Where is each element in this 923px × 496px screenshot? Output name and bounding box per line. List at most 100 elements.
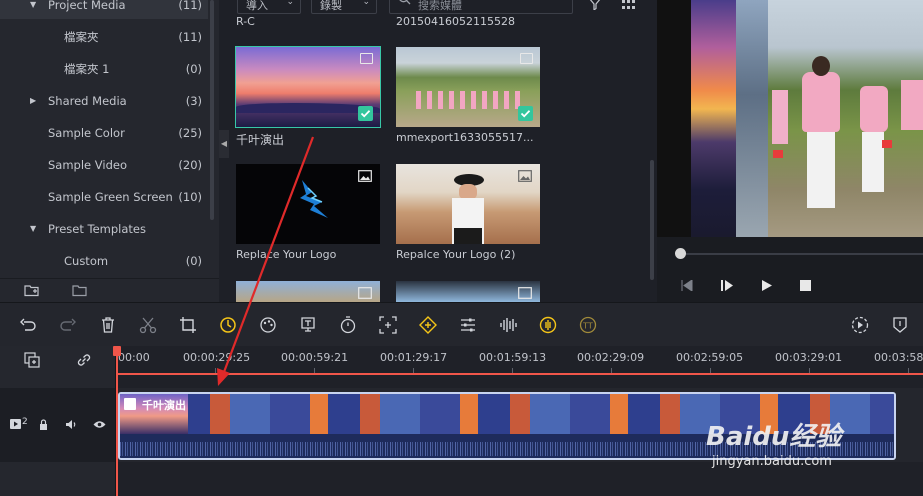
speaker-icon[interactable] [65, 419, 77, 430]
library-item-count: (0) [185, 62, 202, 76]
lock-icon[interactable] [39, 419, 48, 430]
library-footer [0, 278, 219, 302]
library-item-label: Custom [64, 254, 109, 268]
adjust-sliders-icon[interactable] [459, 316, 477, 334]
add-track-icon[interactable] [24, 352, 40, 368]
folder-icon[interactable] [72, 283, 88, 297]
media-label: R-C [236, 15, 255, 28]
library-item-sample-color[interactable]: Sample Color (25) [0, 119, 208, 147]
undo-icon[interactable] [19, 316, 37, 334]
image-icon [518, 287, 532, 299]
render-preview-icon[interactable] [851, 316, 869, 334]
cut-icon[interactable] [139, 316, 157, 334]
media-label: 20150416052115528 [396, 15, 515, 28]
watermark-url: jingyan.baidu.com [712, 454, 832, 469]
media-item[interactable] [236, 281, 380, 302]
media-item[interactable] [396, 281, 540, 302]
library-item-sample-green-screen[interactable]: Sample Green Screen (10) [0, 183, 208, 211]
library-item-folder-1[interactable]: 檔案夾 1 (0) [0, 55, 208, 83]
time-tick: 00:03:29:01 [775, 351, 843, 364]
search-input[interactable]: 搜索媒體 [389, 0, 573, 14]
import-dropdown[interactable]: 導入 ⌄ [237, 0, 301, 14]
media-grid-panel: 導入 ⌄ 錄製 ⌄ 搜索媒體 R-C 20150416052115528 千叶演出 … [219, 0, 657, 302]
library-item-sample-video[interactable]: Sample Video (20) [0, 151, 208, 179]
new-folder-icon[interactable] [24, 283, 40, 297]
media-scrollbar[interactable] [650, 160, 654, 280]
library-item-folder[interactable]: 檔案夾 (11) [0, 23, 208, 51]
preview-scrubber[interactable] [675, 248, 686, 259]
track-header-2: 2 [0, 388, 115, 462]
media-item-mmexport[interactable] [396, 47, 540, 127]
preview-panel [657, 0, 923, 302]
library-item-project-media[interactable]: ▼ Project Media (11) [0, 0, 208, 19]
speed-icon[interactable] [219, 316, 237, 334]
color-palette-icon[interactable] [259, 316, 277, 334]
caret-right-icon: ▶ [30, 96, 37, 105]
stamp-icon[interactable] [299, 316, 317, 334]
playhead[interactable] [116, 346, 118, 496]
redo-icon[interactable] [59, 316, 77, 334]
fit-frame-icon[interactable] [379, 316, 397, 334]
image-icon [358, 170, 372, 182]
search-icon [399, 0, 411, 5]
editing-toolbar: TT [0, 302, 923, 346]
preview-progress-track[interactable] [681, 253, 923, 255]
marker-shield-icon[interactable] [891, 316, 909, 334]
caret-down-icon: ▼ [30, 224, 37, 233]
time-tick: 00:00:59:21 [281, 351, 349, 364]
collapse-panel-button[interactable]: ◀ [219, 130, 229, 158]
stop-icon[interactable] [800, 280, 811, 291]
media-item-label: Replace Your Logo [236, 248, 337, 261]
preview-canvas [657, 0, 923, 237]
media-item-label: mmexport1633055517... [396, 131, 534, 144]
library-item-label: Shared Media [48, 94, 127, 108]
library-item-preset-templates[interactable]: ▼ Preset Templates [0, 215, 208, 243]
library-item-label: Sample Video [48, 158, 127, 172]
play-frame-icon[interactable] [721, 280, 733, 291]
time-tick: 00:00 [118, 351, 150, 364]
time-tick: 00:03:58 [874, 351, 923, 364]
library-item-count: (10) [178, 190, 202, 204]
timer-icon[interactable] [339, 316, 357, 334]
library-item-count: (0) [185, 254, 202, 268]
time-tick: 00:01:59:13 [479, 351, 547, 364]
library-item-label: 檔案夾 1 [64, 62, 110, 76]
library-item-label: Sample Color [48, 126, 125, 140]
playhead-handle[interactable] [113, 346, 121, 356]
media-item-replace-logo-2[interactable] [396, 164, 540, 244]
previous-frame-icon[interactable] [681, 280, 693, 291]
library-item-count: (25) [178, 126, 202, 140]
chevron-down-icon: ⌄ [286, 0, 294, 7]
time-tick: 00:02:29:09 [577, 351, 645, 364]
svg-text:TT: TT [582, 322, 593, 331]
audio-mix-icon[interactable] [539, 316, 557, 334]
video-clip-icon [360, 53, 373, 64]
grid-view-icon[interactable] [622, 0, 636, 10]
import-label: 導入 [246, 0, 268, 12]
link-icon[interactable] [76, 352, 92, 368]
media-item-qianye[interactable] [235, 46, 381, 128]
audio-waveform-icon[interactable] [499, 316, 517, 334]
media-item-replace-logo[interactable] [236, 164, 380, 244]
library-item-shared-media[interactable]: ▶ Shared Media (3) [0, 87, 208, 115]
keyframe-icon[interactable] [419, 316, 437, 334]
play-icon[interactable] [761, 280, 772, 291]
filter-icon[interactable] [588, 0, 602, 10]
eye-icon[interactable] [93, 420, 106, 429]
record-label: 錄製 [320, 0, 342, 12]
checkmark-icon [518, 106, 533, 121]
record-dropdown[interactable]: 錄製 ⌄ [311, 0, 377, 14]
library-scrollbar[interactable] [210, 0, 214, 220]
library-item-custom[interactable]: Custom (0) [0, 247, 208, 275]
work-area-bar[interactable] [116, 373, 923, 375]
timeline-track-headers: 2 [0, 346, 116, 496]
crop-icon[interactable] [179, 316, 197, 334]
clip-title: 千叶演出 [142, 399, 186, 412]
media-item-label: 千叶演出 [236, 133, 285, 147]
delete-icon[interactable] [99, 316, 117, 334]
image-icon [358, 287, 372, 299]
library-item-label: Project Media [48, 0, 126, 12]
timeline-ruler[interactable]: 00:00 00:00:29:25 00:00:59:21 00:01:29:1… [116, 346, 923, 374]
text-to-speech-icon[interactable]: TT [579, 316, 597, 334]
search-placeholder: 搜索媒體 [418, 0, 462, 12]
